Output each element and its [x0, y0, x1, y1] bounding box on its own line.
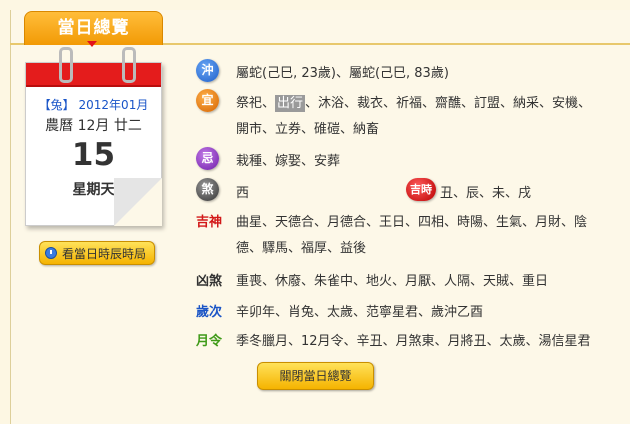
evil-badge-icon: 煞: [196, 178, 219, 201]
suitable-highlight: 出行: [275, 95, 306, 112]
lunar-date: 農曆 12月 廿二: [45, 118, 142, 134]
solar-month: 2012年01月: [78, 98, 149, 112]
avoid-text: 栽種、嫁娶、安葬: [236, 154, 341, 169]
suitable-text-start: 祭祀、: [236, 96, 276, 111]
month-order-text: 季冬臘月、12月令、辛丑、月煞東、月將丑、太歲、湯信星君: [236, 334, 591, 349]
suitable-text-line2: 開市、立券、碓磑、納畜: [236, 122, 380, 137]
clash-text: 屬蛇(己巳, 23歲)、屬蛇(己巳, 83歲): [236, 66, 449, 81]
page-curl: [114, 178, 162, 226]
view-hour-luck-label: 看當日時辰時局: [62, 247, 147, 261]
year-pillar-label: 歲次: [196, 305, 223, 320]
suitable-badge-icon: 宜: [196, 89, 219, 112]
binder-ring-icon: [59, 47, 73, 83]
zodiac-year: 【兔】: [38, 98, 75, 112]
year-pillar-text: 辛卯年、肖兔、太歲、范寧星君、歲沖乙酉: [236, 305, 484, 320]
suitable-text: 祭祀、 出行 、沐浴、裁衣、祈福、齋醮、訂盟、納采、安機、: [236, 92, 610, 112]
view-hour-luck-button[interactable]: 看當日時辰時局: [39, 241, 155, 265]
calendar-card: 【兔】 2012年01月 農曆 12月 廿二 15 星期天: [25, 47, 162, 226]
evil-spirits-label: 凶煞: [196, 274, 223, 289]
avoid-badge-icon: 忌: [196, 147, 219, 170]
overview-tab[interactable]: 當日總覽: [24, 11, 163, 45]
suitable-text-rest: 、沐浴、裁衣、祈福、齋醮、訂盟、納采、安機、: [305, 96, 592, 111]
calendar-header-bar: [26, 63, 161, 87]
binder-ring-icon: [122, 47, 136, 83]
lucky-gods-label: 吉神: [196, 215, 223, 230]
clock-icon: [45, 247, 57, 259]
clash-badge-icon: 沖: [196, 59, 219, 82]
tab-pointer-icon: [87, 41, 97, 47]
lucky-hour-text: 丑、辰、未、戌: [440, 186, 532, 201]
evil-spirits-text: 重喪、休廢、朱雀中、地火、月厭、人隔、天賊、重日: [236, 274, 549, 289]
lucky-hour-badge-icon: 吉時: [406, 178, 436, 201]
close-overview-button[interactable]: 關閉當日總覽: [257, 362, 374, 390]
lucky-gods-text-line2: 德、驛馬、福厚、益後: [236, 241, 367, 256]
day-number: 15: [71, 137, 116, 173]
month-order-label: 月令: [196, 334, 223, 349]
lucky-gods-text: 曲星、天德合、月德合、王日、四相、時陽、生氣、月財、陰: [236, 215, 588, 230]
calendar-year-month: 【兔】 2012年01月: [26, 96, 161, 113]
